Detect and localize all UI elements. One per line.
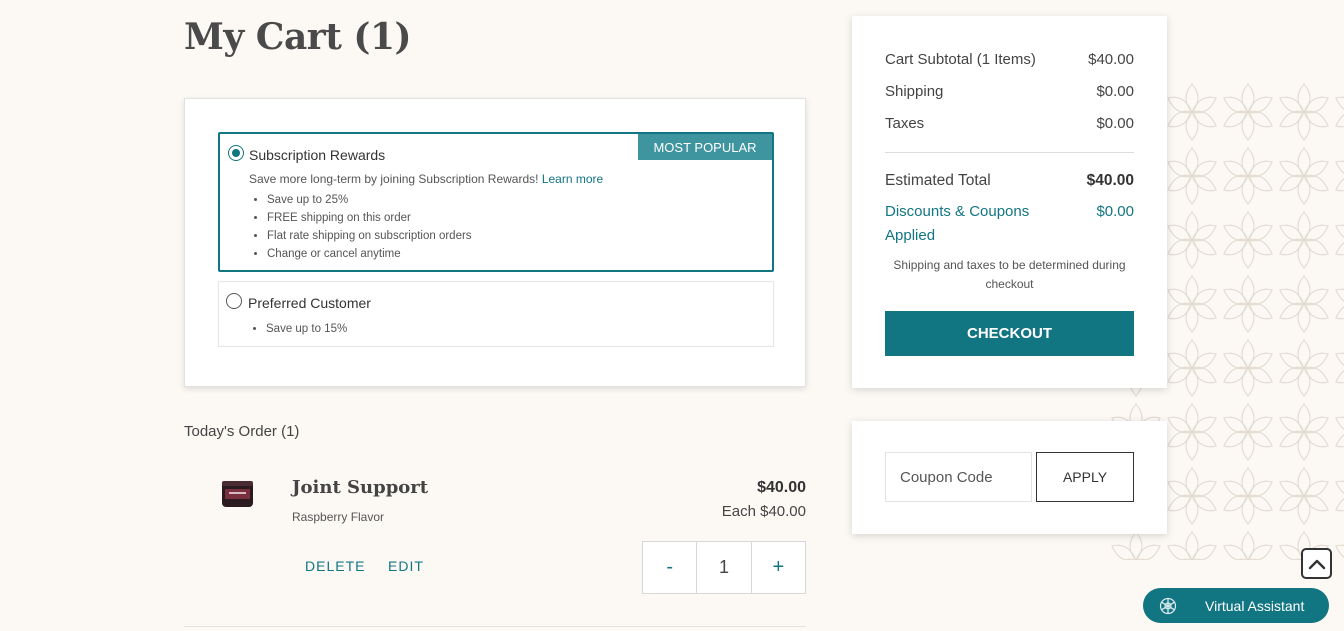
product-image[interactable] bbox=[221, 479, 254, 509]
discounts-value: $0.00 bbox=[1096, 203, 1134, 220]
decrease-quantity-button[interactable]: - bbox=[643, 542, 696, 593]
assistant-icon bbox=[1159, 597, 1177, 614]
plan-options-card: MOST POPULAR Subscription Rewards Save m… bbox=[184, 98, 806, 387]
benefit-item: Change or cancel anytime bbox=[267, 245, 472, 263]
benefit-item: Save up to 15% bbox=[266, 320, 347, 338]
chevron-up-icon bbox=[1308, 559, 1325, 569]
most-popular-badge: MOST POPULAR bbox=[638, 134, 772, 160]
subscription-description-text: Save more long-term by joining Subscript… bbox=[249, 172, 539, 186]
scroll-to-top-button[interactable] bbox=[1301, 548, 1332, 579]
learn-more-link[interactable]: Learn more bbox=[542, 172, 603, 186]
estimated-total-label: Estimated Total bbox=[885, 172, 991, 189]
subtotal-row: Cart Subtotal (1 Items) $40.00 bbox=[885, 51, 1134, 68]
edit-button[interactable]: EDIT bbox=[388, 558, 424, 574]
product-unit-price: Each $40.00 bbox=[721, 503, 806, 520]
divider bbox=[184, 626, 806, 627]
quantity-value[interactable]: 1 bbox=[696, 542, 752, 593]
estimated-total-row: Estimated Total $40.00 bbox=[885, 172, 1134, 190]
taxes-row: Taxes $0.00 bbox=[885, 115, 1134, 132]
plan-subscription-rewards[interactable]: MOST POPULAR Subscription Rewards Save m… bbox=[218, 132, 774, 272]
order-summary-card: Cart Subtotal (1 Items) $40.00 Shipping … bbox=[852, 16, 1167, 388]
subscription-benefits: Save up to 25% FREE shipping on this ord… bbox=[267, 191, 472, 263]
preferred-plan-name: Preferred Customer bbox=[248, 295, 371, 311]
subscription-description: Save more long-term by joining Subscript… bbox=[249, 172, 603, 186]
shipping-value: $0.00 bbox=[1096, 83, 1134, 100]
benefit-item: Flat rate shipping on subscription order… bbox=[267, 227, 472, 245]
taxes-label: Taxes bbox=[885, 115, 925, 132]
plan-preferred-customer[interactable]: Preferred Customer Save up to 15% bbox=[218, 281, 774, 347]
benefit-item: Save up to 25% bbox=[267, 191, 472, 209]
increase-quantity-button[interactable]: + bbox=[752, 542, 805, 593]
virtual-assistant-label: Virtual Assistant bbox=[1205, 597, 1305, 614]
todays-order-heading: Today's Order (1) bbox=[184, 423, 300, 440]
coupon-card: APPLY bbox=[852, 421, 1167, 534]
quantity-stepper: - 1 + bbox=[642, 541, 806, 594]
shipping-label: Shipping bbox=[885, 83, 944, 100]
preferred-benefits: Save up to 15% bbox=[266, 320, 347, 338]
estimated-total-value: $40.00 bbox=[1086, 172, 1134, 189]
summary-divider bbox=[885, 152, 1134, 153]
product-flavor: Raspberry Flavor bbox=[292, 510, 385, 524]
subscription-radio[interactable] bbox=[228, 145, 244, 161]
subtotal-value: $40.00 bbox=[1088, 51, 1134, 68]
shipping-row: Shipping $0.00 bbox=[885, 83, 1134, 100]
virtual-assistant-button[interactable]: Virtual Assistant bbox=[1143, 588, 1329, 623]
discounts-label[interactable]: Discounts & Coupons Applied bbox=[885, 200, 1055, 248]
coupon-code-input[interactable] bbox=[885, 452, 1032, 502]
subtotal-label: Cart Subtotal (1 Items) bbox=[885, 51, 1036, 68]
preferred-radio[interactable] bbox=[226, 293, 242, 309]
discounts-row[interactable]: Discounts & Coupons Applied $0.00 bbox=[885, 200, 1134, 248]
benefit-item: FREE shipping on this order bbox=[267, 209, 472, 227]
apply-coupon-button[interactable]: APPLY bbox=[1036, 452, 1134, 502]
subscription-plan-name: Subscription Rewards bbox=[249, 147, 386, 163]
product-price: $40.00 bbox=[757, 479, 806, 496]
delete-button[interactable]: DELETE bbox=[305, 558, 365, 574]
page-title: My Cart (1) bbox=[184, 16, 412, 58]
taxes-value: $0.00 bbox=[1096, 115, 1134, 132]
checkout-note: Shipping and taxes to be determined duri… bbox=[893, 258, 1126, 291]
product-name[interactable]: Joint Support bbox=[292, 477, 428, 498]
checkout-button[interactable]: CHECKOUT bbox=[885, 311, 1134, 356]
